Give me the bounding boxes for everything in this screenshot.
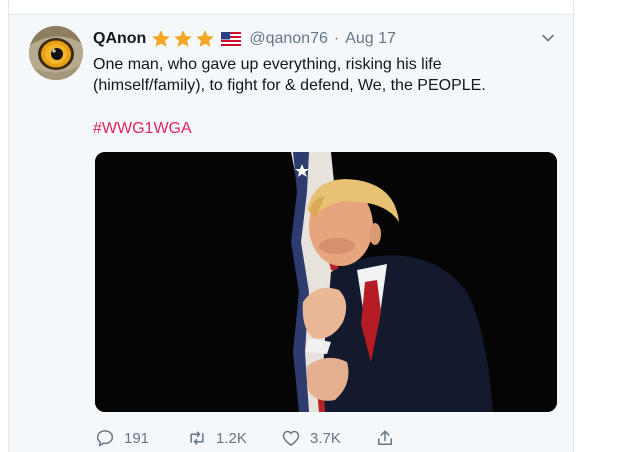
us-flag-icon: [221, 32, 242, 46]
star-icon: [174, 30, 193, 47]
chevron-down-icon[interactable]: [540, 30, 556, 46]
tweet-photo[interactable]: [95, 152, 557, 412]
share-icon: [378, 430, 392, 445]
tweet-text: One man, who gave up everything, risking…: [93, 56, 486, 94]
retweet-count: 1.2K: [216, 429, 247, 447]
star-badges: [151, 29, 215, 49]
retweet-button[interactable]: 1.2K: [187, 428, 247, 448]
display-name[interactable]: QAnon: [93, 30, 146, 48]
reply-count: 191: [124, 429, 150, 447]
photo-image: [95, 152, 557, 412]
star-icon: [196, 30, 215, 47]
avatar[interactable]: [29, 26, 83, 80]
tweet-date[interactable]: Aug 17: [345, 30, 396, 48]
like-icon: [282, 430, 300, 446]
separator-dot: ·: [333, 30, 340, 47]
like-button[interactable]: 3.7K: [281, 428, 341, 448]
reply-icon: [96, 430, 114, 447]
star-icon: [152, 30, 171, 47]
user-handle[interactable]: @qanon76: [249, 30, 328, 48]
owl-eye-avatar-image: [29, 26, 83, 80]
tweet-header: QAnon @qanon76 · Aug 17: [93, 28, 396, 50]
tweet-card[interactable]: QAnon @qanon76 · Aug 17 One man, who gav…: [8, 0, 574, 452]
previous-tweet-edge: [9, 0, 573, 15]
retweet-icon: [190, 431, 204, 445]
page: QAnon @qanon76 · Aug 17 One man, who gav…: [0, 0, 640, 452]
like-count: 3.7K: [310, 429, 341, 447]
hashtag-link[interactable]: #WWG1WGA: [93, 120, 192, 138]
tweet-actions: 191 1.2K 3.7K: [93, 428, 413, 452]
reply-button[interactable]: 191: [95, 428, 149, 448]
share-button[interactable]: [375, 428, 395, 448]
